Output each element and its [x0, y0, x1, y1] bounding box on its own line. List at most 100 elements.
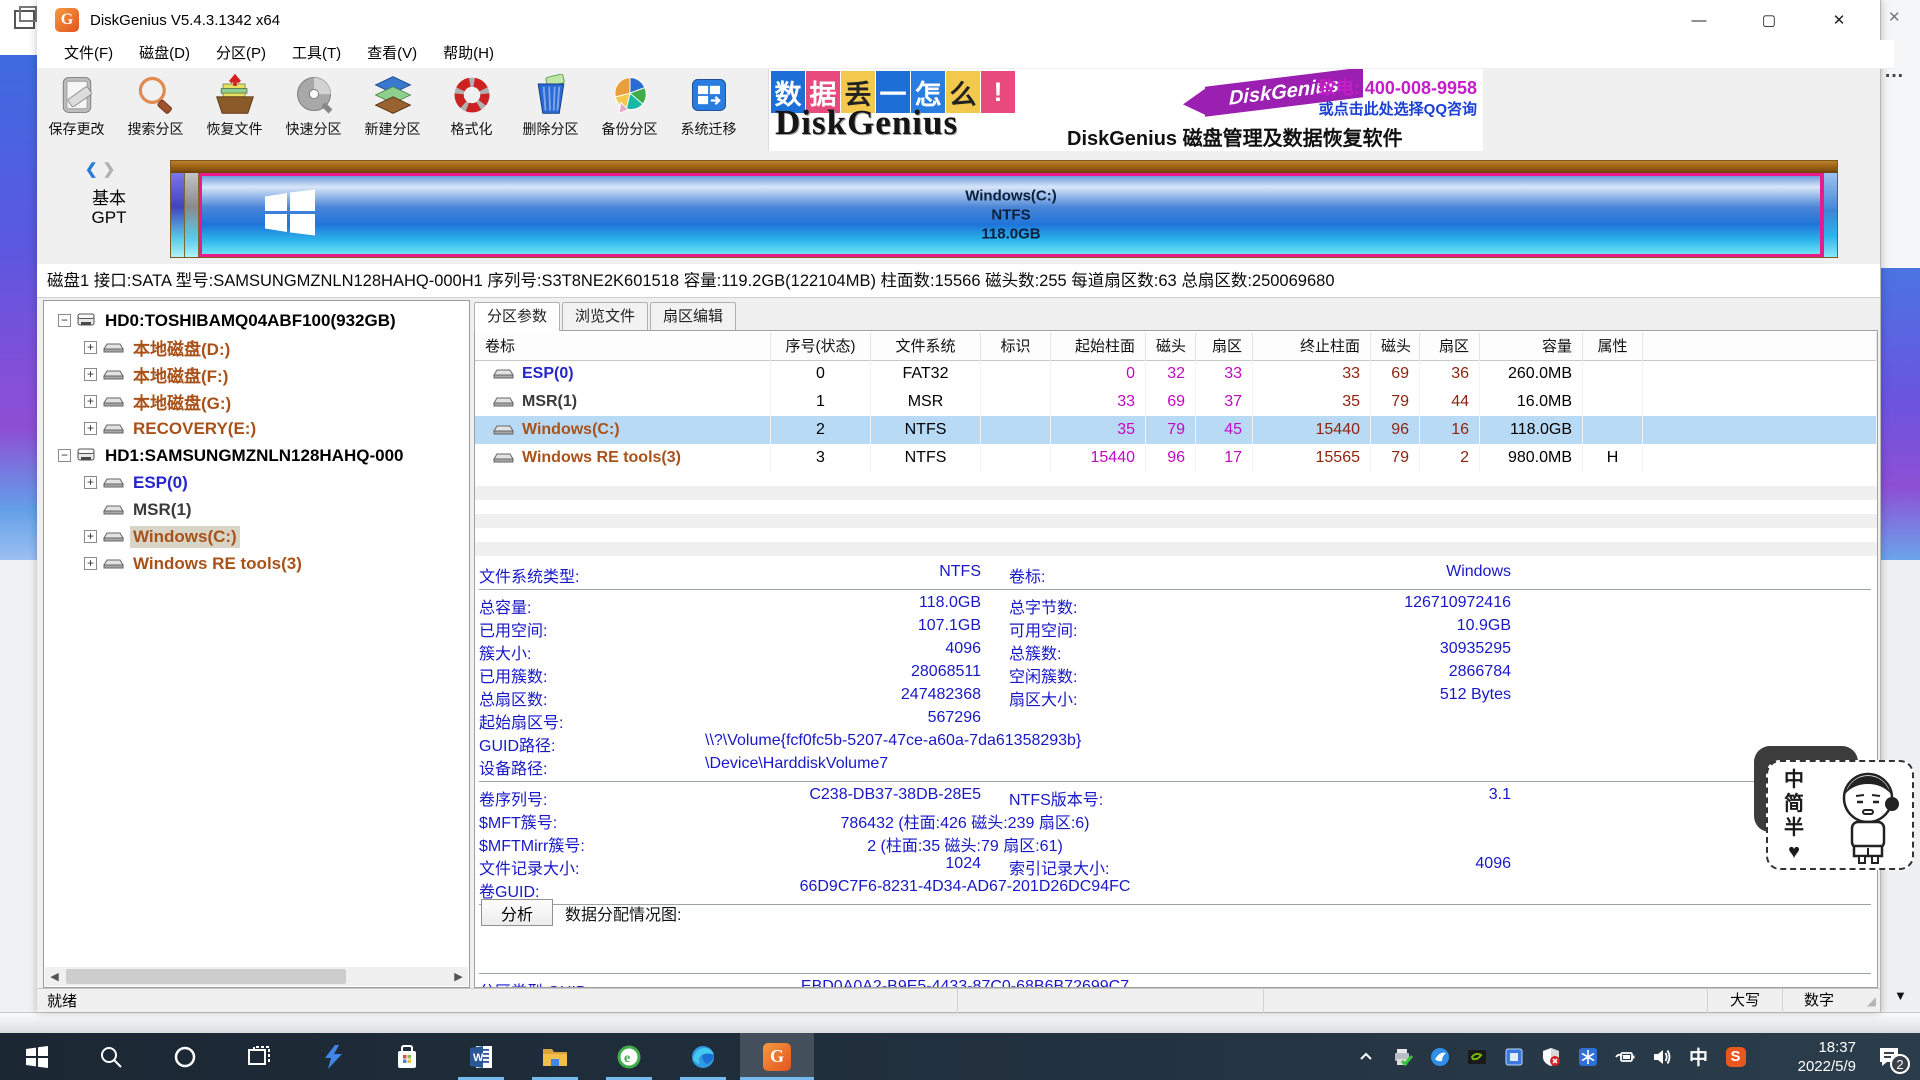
- menu-item-3[interactable]: 工具(T): [279, 40, 354, 68]
- tree-item-9[interactable]: +Windows RE tools(3): [44, 550, 469, 577]
- tab-2[interactable]: 扇区编辑: [650, 302, 736, 330]
- column-header-7[interactable]: 终止柱面: [1253, 333, 1371, 360]
- table-row-windows-c-[interactable]: Windows(C:)2NTFS357945154409616118.0GB: [475, 416, 1877, 444]
- tray-ime[interactable]: 中: [1680, 1033, 1717, 1080]
- clock-time: 18:37: [1764, 1038, 1856, 1057]
- column-header-1[interactable]: 序号(状态): [771, 333, 871, 360]
- taskbar-app-task-view[interactable]: [222, 1033, 296, 1080]
- taskbar-app-word[interactable]: W: [444, 1033, 518, 1080]
- tree-item-2[interactable]: +本地磁盘(F:): [44, 361, 469, 388]
- tab-1[interactable]: 浏览文件: [562, 302, 648, 330]
- minimize-button[interactable]: —: [1664, 0, 1734, 40]
- column-header-6[interactable]: 扇区: [1196, 333, 1253, 360]
- collapse-icon[interactable]: −: [58, 449, 71, 462]
- expand-icon[interactable]: +: [84, 422, 97, 435]
- expand-icon[interactable]: +: [84, 557, 97, 570]
- column-header-8[interactable]: 磁头: [1371, 333, 1420, 360]
- cell: 79: [1146, 416, 1196, 444]
- tree-item-0[interactable]: −HD0:TOSHIBAMQ04ABF100(932GB): [44, 307, 469, 334]
- tab-0[interactable]: 分区参数: [474, 302, 560, 331]
- tray-volume[interactable]: [1643, 1033, 1680, 1080]
- taskbar-app-explorer[interactable]: [518, 1033, 592, 1080]
- toolbar-button-delete-partition[interactable]: 删除分区: [511, 68, 590, 152]
- next-disk-icon[interactable]: ❯: [103, 161, 121, 178]
- menu-item-0[interactable]: 文件(F): [51, 40, 126, 68]
- toolbar-button-save-changes[interactable]: 保存更改: [37, 68, 116, 152]
- tray-bird[interactable]: [1421, 1033, 1458, 1080]
- scroll-right-icon[interactable]: ▶: [449, 967, 468, 986]
- action-center-button[interactable]: 2: [1866, 1033, 1912, 1080]
- partition-sliver-msr[interactable]: [185, 173, 199, 257]
- tray-power[interactable]: [1606, 1033, 1643, 1080]
- taskbar-app-flash[interactable]: [296, 1033, 370, 1080]
- tray-security-shield[interactable]: [1532, 1033, 1569, 1080]
- prev-disk-icon[interactable]: ❮: [85, 161, 103, 178]
- column-header-4[interactable]: 起始柱面: [1051, 333, 1146, 360]
- expand-icon[interactable]: +: [84, 341, 97, 354]
- taskbar-app-search[interactable]: [74, 1033, 148, 1080]
- menu-item-4[interactable]: 查看(V): [354, 40, 430, 68]
- tray-printer[interactable]: [1384, 1033, 1421, 1080]
- menu-item-5[interactable]: 帮助(H): [430, 40, 507, 68]
- toolbar-button-system-migration[interactable]: 系统迁移: [669, 68, 748, 152]
- column-header-0[interactable]: 卷标: [475, 333, 771, 360]
- column-header-5[interactable]: 磁头: [1146, 333, 1196, 360]
- table-row-esp-0-[interactable]: ESP(0)0FAT3203233336936260.0MB: [475, 360, 1877, 388]
- maximize-button[interactable]: ▢: [1734, 0, 1804, 40]
- menu-item-2[interactable]: 分区(P): [203, 40, 279, 68]
- partition-sliver-esp[interactable]: [171, 173, 185, 257]
- tree-item-3[interactable]: +本地磁盘(G:): [44, 388, 469, 415]
- banner-qq-link[interactable]: 或点击此处选择QQ咨询: [1269, 98, 1477, 119]
- table-row-windows-re-tools-3-[interactable]: Windows RE tools(3)3NTFS1544096171556579…: [475, 444, 1877, 472]
- tree-item-4[interactable]: +RECOVERY(E:): [44, 415, 469, 442]
- resize-grip-icon[interactable]: ◢: [1855, 994, 1880, 1008]
- column-header-3[interactable]: 标识: [981, 333, 1051, 360]
- scrollbar-track[interactable]: [64, 967, 449, 986]
- close-button[interactable]: ✕: [1804, 0, 1874, 40]
- column-header-2[interactable]: 文件系统: [871, 333, 981, 360]
- toolbar-button-new-partition[interactable]: 新建分区: [353, 68, 432, 152]
- ime-status-panel[interactable]: 中简半♥: [1766, 760, 1914, 870]
- expand-icon[interactable]: +: [84, 395, 97, 408]
- tray-intel[interactable]: [1495, 1033, 1532, 1080]
- column-header-11[interactable]: 属性: [1583, 333, 1643, 360]
- tree-item-7[interactable]: MSR(1): [44, 496, 469, 523]
- taskbar-app-edge[interactable]: [666, 1033, 740, 1080]
- taskbar-app-store[interactable]: [370, 1033, 444, 1080]
- expand-icon[interactable]: +: [84, 530, 97, 543]
- column-header-9[interactable]: 扇区: [1420, 333, 1480, 360]
- scrollbar-thumb[interactable]: [66, 969, 346, 984]
- analyze-button[interactable]: 分析: [481, 899, 553, 926]
- tray-snowflake[interactable]: [1569, 1033, 1606, 1080]
- toolbar-button-recover-files[interactable]: 恢复文件: [195, 68, 274, 152]
- column-header-10[interactable]: 容量: [1480, 333, 1583, 360]
- tray-nvidia[interactable]: [1458, 1033, 1495, 1080]
- expand-icon[interactable]: +: [84, 368, 97, 381]
- tray-tray-expand[interactable]: [1347, 1033, 1384, 1080]
- partition-sliver-re[interactable]: [1823, 173, 1837, 257]
- toolbar-button-search-partition[interactable]: 搜索分区: [116, 68, 195, 152]
- taskbar-clock[interactable]: 18:37 2022/5/9: [1764, 1038, 1856, 1076]
- toolbar-button-backup-partition[interactable]: 备份分区: [590, 68, 669, 152]
- partition-block-windows-c[interactable]: Windows(C:) NTFS 118.0GB: [199, 173, 1823, 257]
- taskbar-app-cortana[interactable]: [148, 1033, 222, 1080]
- taskbar-app-diskgenius[interactable]: G: [740, 1033, 814, 1080]
- tree-horizontal-scrollbar[interactable]: ◀ ▶: [45, 967, 468, 986]
- tree-item-5[interactable]: −HD1:SAMSUNGMZNLN128HAHQ-000: [44, 442, 469, 469]
- toolbar-button-quick-partition[interactable]: 快速分区: [274, 68, 353, 152]
- collapse-icon[interactable]: −: [58, 314, 71, 327]
- tree-item-6[interactable]: +ESP(0): [44, 469, 469, 496]
- toolbar-button-format[interactable]: 格式化: [432, 68, 511, 152]
- disk-nav-arrows[interactable]: ❮❯: [85, 160, 120, 178]
- detail-row: $MFT簇号:786432 (柱面:426 磁头:239 扇区:6): [479, 809, 1875, 832]
- taskbar-app-start[interactable]: [0, 1033, 74, 1080]
- tree-item-1[interactable]: +本地磁盘(D:): [44, 334, 469, 361]
- tray-sogou[interactable]: S: [1717, 1033, 1754, 1080]
- scroll-left-icon[interactable]: ◀: [45, 967, 64, 986]
- taskbar-app-browser-green[interactable]: e: [592, 1033, 666, 1080]
- table-row-msr-1-[interactable]: MSR(1)1MSR33693735794416.0MB: [475, 388, 1877, 416]
- expand-icon[interactable]: +: [84, 476, 97, 489]
- menu-item-1[interactable]: 磁盘(D): [126, 40, 203, 68]
- tree-item-8[interactable]: +Windows(C:): [44, 523, 469, 550]
- promo-banner[interactable]: 数据丢一怎么! DiskGenius DiskGenius 致电: 400-00…: [768, 69, 1483, 151]
